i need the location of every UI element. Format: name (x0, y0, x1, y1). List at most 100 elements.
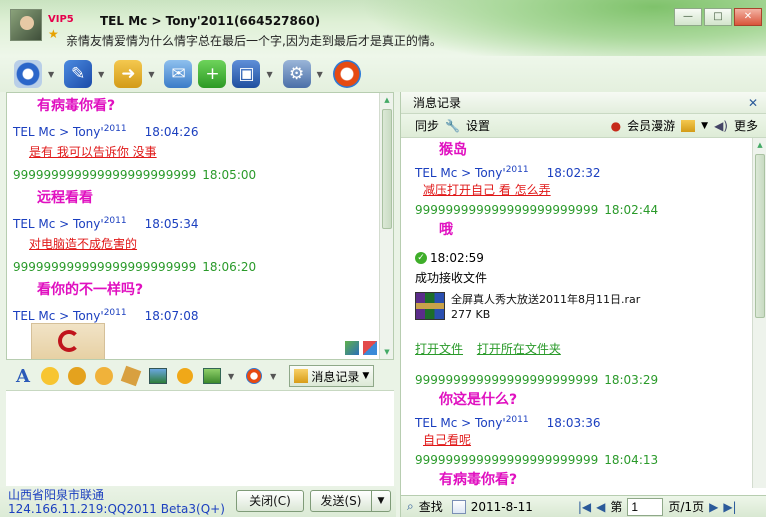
share-dropdown-icon[interactable]: ▼ (270, 372, 276, 381)
message-time: 18:02:44 (604, 203, 659, 217)
message-time: 18:02:32 (546, 166, 601, 180)
share-small-icon[interactable] (243, 365, 265, 387)
scroll-thumb[interactable] (755, 154, 765, 318)
export-dropdown-icon[interactable]: ▼ (701, 121, 708, 131)
file-status: 成功接收文件 (415, 268, 753, 288)
message-input[interactable] (6, 390, 394, 486)
list-item: 对电脑造不成危害的 (13, 233, 379, 256)
history-scrollbar[interactable]: ▲ (752, 138, 766, 488)
chat-messages: 有病毒你看? TEL Mc > Tony'2011 18:04:26 是有 我可以… (7, 93, 379, 359)
list-item: 自己看呢 (415, 430, 753, 450)
list-item: 减压打开自己 看 怎么弄 (415, 180, 753, 200)
minimize-button[interactable]: — (674, 8, 702, 26)
message-sender-line: TEL Mc > Tony'2011 18:07:08 (13, 302, 379, 325)
search-button[interactable]: 查找 (419, 498, 443, 515)
sender-name: TEL Mc > Tony' (415, 416, 506, 430)
list-item: 你这是什么? (415, 390, 753, 410)
search-icon[interactable]: ⌕ (407, 499, 414, 514)
contact-signature: 亲情友情爱情为什么情字总在最后一个字,因为走到最后才是真正的情。 (66, 34, 442, 48)
share-icon[interactable] (332, 60, 361, 88)
folder-dropdown-icon[interactable]: ▼ (148, 70, 154, 79)
received-file[interactable]: 全屏真人秀大放送2011年8月11日.rar 277 KB (415, 292, 753, 326)
remote-icon[interactable]: ▣ (232, 60, 261, 88)
settings-dropdown-icon[interactable]: ▼ (317, 70, 323, 79)
sender-year: 2011 (103, 124, 127, 134)
open-file-link[interactable]: 打开文件 (415, 342, 463, 356)
history-panel-title: 消息记录 ✕ (401, 92, 766, 114)
sender-name: TEL Mc > Tony' (13, 309, 104, 323)
folder-icon[interactable]: ➜ (114, 60, 143, 88)
scroll-thumb[interactable] (382, 109, 392, 229)
sound-icon[interactable]: ◀) (714, 119, 728, 133)
sync-button[interactable]: 同步 (415, 117, 439, 134)
vip-badge[interactable]: VIP5 (48, 14, 74, 25)
more-button[interactable]: 更多 (734, 117, 758, 134)
avatar[interactable] (10, 9, 42, 41)
remote-dropdown-icon[interactable]: ▼ (266, 70, 272, 79)
message-history-button[interactable]: 消息记录 ▼ (289, 365, 375, 387)
image-icon[interactable] (147, 365, 169, 387)
message-text: 999999999999999999999999 (415, 373, 599, 387)
message-text: 猴岛 (439, 142, 467, 158)
contact-name[interactable]: TEL Mc > Tony'2011(664527860) (100, 14, 320, 28)
history-icon (294, 369, 309, 383)
sticker-image[interactable] (31, 323, 105, 359)
prev-page-icon[interactable]: ◀ (596, 500, 605, 514)
voice-dropdown-icon[interactable]: ▼ (98, 70, 104, 79)
send-button[interactable]: 发送(S) (310, 490, 372, 512)
list-item: 999999999999999999999999 18:03:29 (415, 370, 753, 390)
calendar-icon[interactable] (451, 499, 466, 514)
magic-emoji-icon[interactable] (66, 365, 88, 387)
message-text: 对电脑造不成危害的 (29, 237, 138, 251)
maximize-button[interactable]: □ (704, 8, 732, 26)
export-icon[interactable] (681, 119, 696, 132)
message-text: 999999999999999999999999 (415, 203, 599, 217)
close-window-button[interactable]: ✕ (734, 8, 762, 26)
next-page-icon[interactable]: ▶ (709, 500, 718, 514)
page-suffix: 页/1页 (668, 500, 705, 514)
emoji-icon[interactable] (39, 365, 61, 387)
expand-icon[interactable] (345, 341, 359, 355)
add-icon[interactable]: + (198, 60, 227, 88)
video-icon[interactable] (14, 60, 42, 88)
message-text: 自己看呢 (423, 433, 472, 447)
close-panel-icon[interactable]: ✕ (748, 92, 758, 114)
settings-wrench-icon[interactable]: 🔧 (445, 119, 460, 133)
scroll-down-icon[interactable]: ▼ (380, 345, 393, 359)
chat-history-pane: 有病毒你看? TEL Mc > Tony'2011 18:04:26 是有 我可以… (6, 92, 394, 360)
page-number-input[interactable] (627, 497, 664, 516)
screenshot-icon[interactable] (201, 365, 223, 387)
music-icon[interactable] (174, 365, 196, 387)
voice-icon[interactable]: ✎ (64, 60, 93, 88)
file-status-text: 成功接收文件 (415, 271, 488, 285)
font-icon[interactable]: A (12, 365, 34, 387)
sender-name: TEL Mc > Tony' (13, 217, 104, 231)
theme-icon[interactable] (363, 341, 377, 355)
rar-file-icon (415, 292, 445, 320)
scroll-up-icon[interactable]: ▲ (380, 93, 393, 107)
message-text: 你这是什么? (439, 392, 518, 408)
mail-icon[interactable]: ✉ (164, 60, 193, 88)
message-time: 18:07:08 (144, 309, 199, 323)
main-toolbar: ▼ ✎ ▼ ➜ ▼ ✉ + ▣ ▼ ⚙ ▼ (0, 56, 766, 92)
first-page-icon[interactable]: |◀ (578, 500, 591, 514)
scroll-up-icon[interactable]: ▲ (753, 138, 766, 152)
list-item: 有病毒你看? (415, 470, 753, 488)
shake-icon[interactable] (93, 365, 115, 387)
last-page-icon[interactable]: ▶| (723, 500, 736, 514)
screenshot-dropdown-icon[interactable]: ▼ (228, 372, 234, 381)
send-options-icon[interactable]: ▼ (371, 490, 391, 512)
member-roaming-button[interactable]: 会员漫游 (627, 117, 675, 134)
window-controls: — □ ✕ (674, 8, 762, 26)
file-name: 全屏真人秀大放送2011年8月11日.rar (451, 293, 641, 306)
video-dropdown-icon[interactable]: ▼ (48, 70, 54, 79)
message-text: 有病毒你看? (37, 98, 116, 114)
open-folder-link[interactable]: 打开所在文件夹 (477, 342, 561, 356)
history-date[interactable]: 2011-8-11 (471, 500, 533, 514)
chat-scrollbar[interactable]: ▲ ▼ (379, 93, 393, 359)
settings-button[interactable]: 设置 (466, 117, 490, 134)
settings-icon[interactable]: ⚙ (282, 60, 311, 88)
close-button[interactable]: 关闭(C) (236, 490, 304, 512)
doodle-icon[interactable] (120, 365, 142, 387)
message-text: 是有 我可以告诉你 没事 (29, 145, 157, 159)
